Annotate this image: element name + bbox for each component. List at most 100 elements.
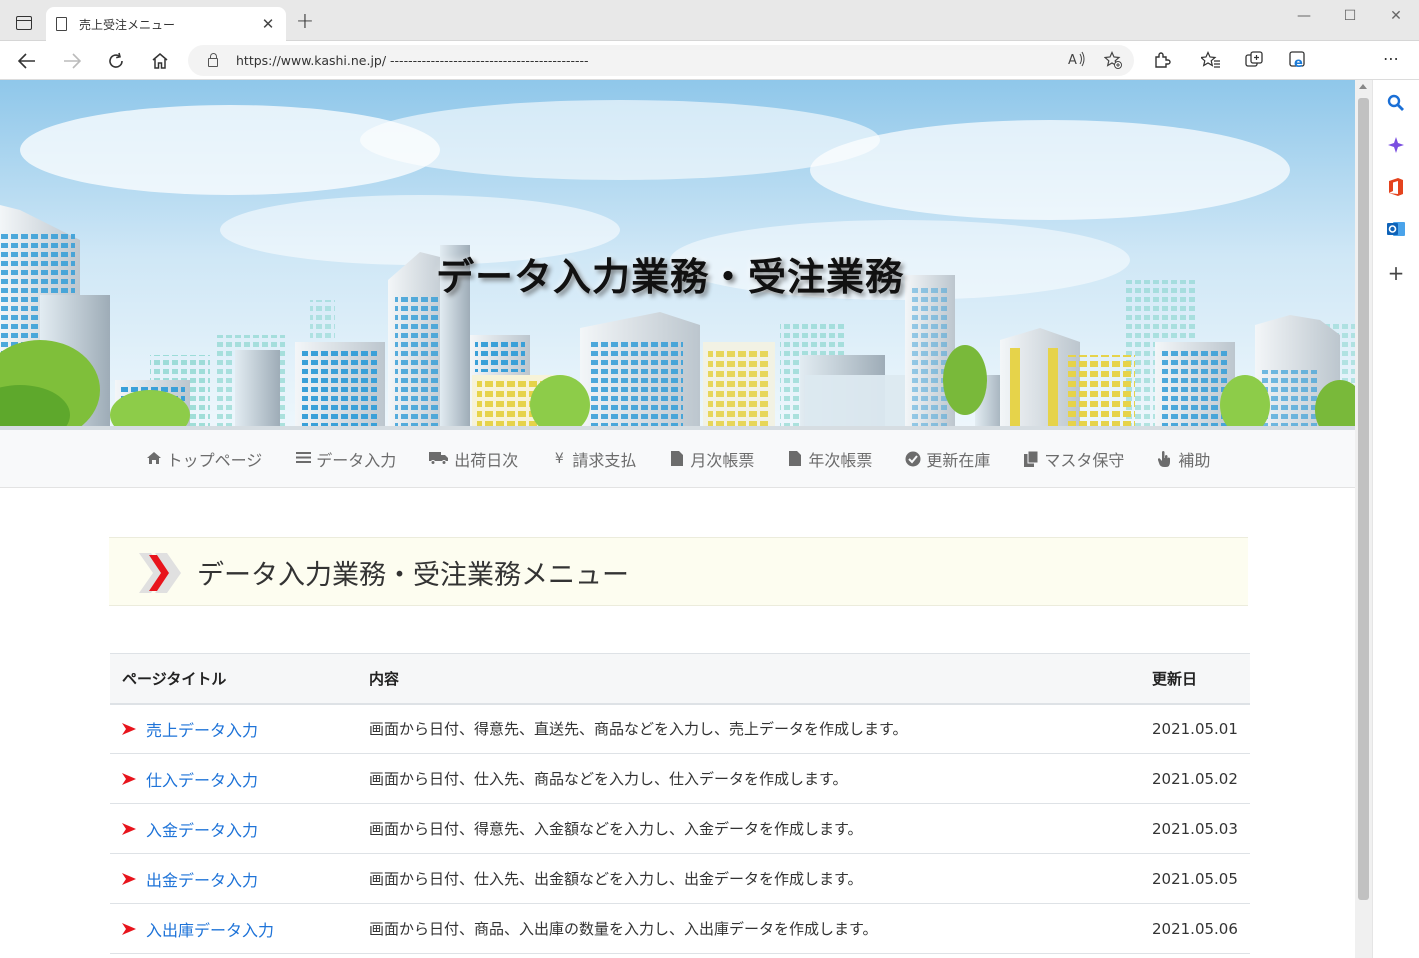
arrow-icon bbox=[122, 822, 136, 835]
address-toolbar: https://www.kashi.ne.jp/ ---------------… bbox=[0, 41, 1419, 111]
nav-item-monthly-reports[interactable]: 月次帳票 bbox=[652, 447, 770, 471]
document-icon bbox=[668, 450, 686, 467]
page-icon bbox=[56, 17, 67, 31]
new-tab-button[interactable]: + bbox=[292, 10, 318, 36]
refresh-icon bbox=[109, 52, 123, 68]
nav-item-label: マスタ保守 bbox=[1044, 450, 1125, 470]
column-header-content: 内容 bbox=[357, 653, 1140, 705]
row-content-cell: 画面から日付、商品、入出庫の数量を入力し、入出庫データを作成します。 bbox=[357, 903, 1140, 954]
table-row: 入出庫データ入力 画面から日付、商品、入出庫の数量を入力し、入出庫データを作成し… bbox=[110, 903, 1250, 954]
tab-close-button[interactable]: ✕ bbox=[260, 15, 276, 33]
hand-pointer-icon bbox=[1156, 450, 1174, 467]
link-label: 出金データ入力 bbox=[146, 870, 259, 890]
active-tab[interactable]: 売上受注メニュー ✕ bbox=[46, 7, 286, 41]
copy-icon bbox=[1022, 450, 1040, 467]
row-content-cell: 画面から日付、仕入先、商品などを入力し、仕入データを作成します。 bbox=[357, 753, 1140, 804]
arrow-icon bbox=[122, 872, 136, 885]
tab-title: 売上受注メニュー bbox=[79, 17, 176, 32]
table-row: 売上データ入力 画面から日付、得意先、直送先、商品などを入力し、売上データを作成… bbox=[110, 703, 1250, 754]
refresh-button[interactable] bbox=[101, 47, 131, 75]
sales-data-input-link[interactable]: 売上データ入力 bbox=[122, 717, 258, 741]
column-header-title: ページタイトル bbox=[110, 653, 357, 705]
receipt-data-input-link[interactable]: 入金データ入力 bbox=[122, 817, 258, 841]
add-sidebar-app-icon[interactable]: + bbox=[1385, 261, 1407, 285]
collections-icon[interactable] bbox=[1243, 51, 1267, 73]
row-title-cell: 売上データ入力 bbox=[110, 703, 357, 754]
extensions-icon[interactable] bbox=[1150, 51, 1174, 73]
page-content: データ入力業務・受注業務 トップページ データ入力 出荷日次 ¥ 請求支払 月次… bbox=[0, 80, 1355, 958]
yen-icon: ¥ bbox=[554, 450, 564, 467]
link-label: 売上データ入力 bbox=[146, 720, 259, 740]
nav-item-label: 補助 bbox=[1178, 450, 1211, 470]
nav-item-top-page[interactable]: トップページ bbox=[129, 447, 279, 471]
purchase-data-input-link[interactable]: 仕入データ入力 bbox=[122, 767, 258, 791]
tab-actions-icon bbox=[16, 16, 32, 30]
scroll-thumb[interactable] bbox=[1358, 98, 1369, 900]
nav-item-shipping-daily[interactable]: 出荷日次 bbox=[412, 447, 534, 471]
nav-item-label: 請求支払 bbox=[572, 450, 637, 470]
link-label: 入金データ入力 bbox=[146, 820, 259, 840]
page-scrollbar[interactable] bbox=[1355, 80, 1372, 958]
document-icon bbox=[786, 450, 804, 467]
search-icon[interactable] bbox=[1385, 92, 1407, 114]
row-date-cell: 2021.05.02 bbox=[1140, 753, 1250, 804]
arrow-icon bbox=[122, 722, 136, 735]
minimize-button[interactable]: — bbox=[1284, 8, 1324, 24]
table-row: 出金データ入力 画面から日付、仕入先、出金額などを入力し、出金データを作成します… bbox=[110, 853, 1250, 904]
payment-data-input-link[interactable]: 出金データ入力 bbox=[122, 867, 258, 891]
home-icon bbox=[152, 53, 168, 69]
forward-arrow-icon bbox=[64, 53, 81, 69]
arrow-icon bbox=[122, 772, 136, 785]
back-button[interactable] bbox=[12, 47, 42, 75]
office-icon[interactable] bbox=[1385, 176, 1407, 198]
more-menu-button[interactable]: ⋯ bbox=[1379, 49, 1403, 68]
row-content-cell: 画面から日付、仕入先、出金額などを入力し、出金データを作成します。 bbox=[357, 853, 1140, 904]
menu-table: ページタイトル 内容 更新日 売上データ入力 画面から日付、得意先、直送先、商品… bbox=[110, 653, 1250, 954]
truck-icon bbox=[428, 451, 450, 467]
table-header-row: ページタイトル 内容 更新日 bbox=[110, 653, 1250, 705]
close-window-button[interactable]: ✕ bbox=[1376, 8, 1416, 24]
address-field[interactable]: https://www.kashi.ne.jp/ ---------------… bbox=[188, 45, 1134, 76]
stock-inout-data-input-link[interactable]: 入出庫データ入力 bbox=[122, 917, 274, 941]
nav-item-data-input[interactable]: データ入力 bbox=[278, 447, 412, 471]
table-row: 仕入データ入力 画面から日付、仕入先、商品などを入力し、仕入データを作成します。… bbox=[110, 753, 1250, 804]
nav-item-master-maintenance[interactable]: マスタ保守 bbox=[1006, 447, 1140, 471]
scroll-up-arrow-icon[interactable] bbox=[1359, 84, 1367, 89]
tab-actions-button[interactable] bbox=[8, 9, 40, 37]
nav-item-annual-reports[interactable]: 年次帳票 bbox=[770, 447, 888, 471]
copilot-sparkle-icon[interactable] bbox=[1385, 134, 1407, 156]
ie-mode-icon[interactable]: e bbox=[1287, 51, 1311, 73]
row-title-cell: 出金データ入力 bbox=[110, 853, 357, 904]
row-title-cell: 仕入データ入力 bbox=[110, 753, 357, 804]
nav-item-billing-payment[interactable]: ¥ 請求支払 bbox=[534, 447, 652, 471]
list-icon bbox=[294, 451, 312, 467]
check-circle-icon bbox=[904, 451, 922, 467]
nav-item-label: 年次帳票 bbox=[808, 450, 873, 470]
hero-banner: データ入力業務・受注業務 bbox=[0, 80, 1355, 430]
svg-text:e: e bbox=[1294, 56, 1303, 69]
nav-item-label: データ入力 bbox=[316, 450, 397, 470]
favorites-icon[interactable] bbox=[1199, 51, 1223, 73]
add-favorite-icon[interactable] bbox=[1103, 51, 1122, 73]
table-row: 入金データ入力 画面から日付、得意先、入金額などを入力し、入金データを作成します… bbox=[110, 803, 1250, 854]
row-date-cell: 2021.05.06 bbox=[1140, 903, 1250, 954]
forward-button[interactable] bbox=[57, 47, 87, 75]
section-title: データ入力業務・受注業務メニュー bbox=[197, 560, 629, 591]
outlook-icon[interactable] bbox=[1385, 218, 1407, 240]
arrow-icon bbox=[122, 922, 136, 935]
section-heading: データ入力業務・受注業務メニュー bbox=[109, 537, 1248, 606]
main-nav: トップページ データ入力 出荷日次 ¥ 請求支払 月次帳票 年次帳票 更新在庫 … bbox=[0, 430, 1355, 488]
home-button[interactable] bbox=[145, 47, 175, 75]
hero-title: データ入力業務・受注業務 bbox=[436, 255, 905, 299]
edge-sidebar: + bbox=[1372, 80, 1419, 958]
row-title-cell: 入金データ入力 bbox=[110, 803, 357, 854]
column-header-date: 更新日 bbox=[1140, 653, 1250, 705]
url-text: https://www.kashi.ne.jp/ ---------------… bbox=[236, 53, 589, 68]
read-aloud-icon[interactable]: A bbox=[1068, 51, 1086, 73]
maximize-button[interactable]: ☐ bbox=[1330, 8, 1370, 24]
row-date-cell: 2021.05.05 bbox=[1140, 853, 1250, 904]
nav-item-auxiliary[interactable]: 補助 bbox=[1140, 447, 1226, 471]
nav-item-label: 出荷日次 bbox=[454, 450, 519, 470]
nav-item-inventory-update[interactable]: 更新在庫 bbox=[888, 447, 1006, 471]
title-bar: 売上受注メニュー ✕ + — ☐ ✕ bbox=[0, 0, 1419, 41]
